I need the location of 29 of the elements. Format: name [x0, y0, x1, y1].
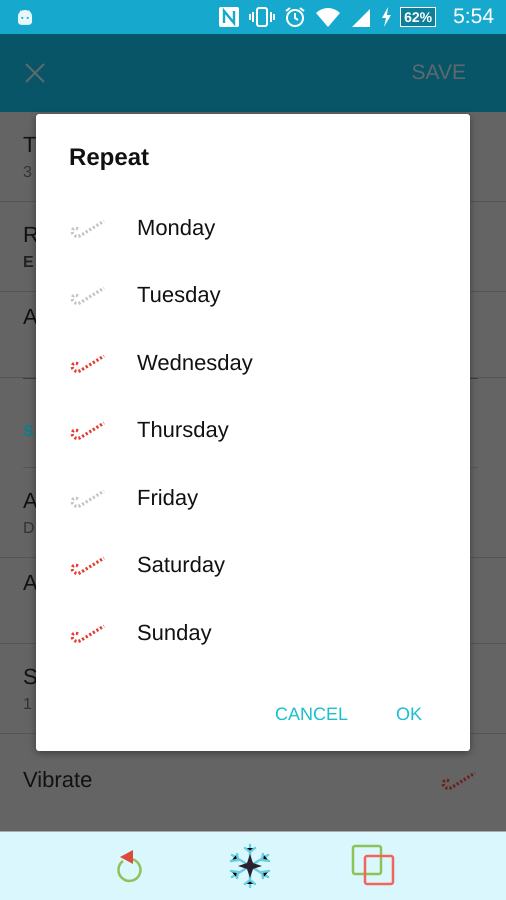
charging-icon [381, 7, 392, 27]
setting-title: Vibrate [23, 767, 92, 793]
setting-title: T [23, 132, 36, 158]
clock-time: 5:54 [453, 5, 494, 29]
setting-title: A [23, 570, 38, 596]
day-label[interactable]: Wednesday [137, 350, 253, 376]
alarm-icon [284, 6, 306, 28]
day-label[interactable]: Thursday [137, 417, 229, 444]
section-header: S [23, 423, 34, 441]
candy-cane-checkbox[interactable] [69, 554, 107, 576]
overlapping-squares-icon[interactable] [351, 844, 398, 888]
battery-indicator: 62% [400, 7, 436, 27]
setting-title: S [23, 664, 38, 690]
candy-cane-checkbox[interactable] [69, 419, 107, 442]
wifi-icon [315, 6, 342, 28]
day-label[interactable]: Tuesday [137, 282, 221, 308]
candy-cane-checkbox[interactable] [69, 284, 107, 306]
setting-title: A [23, 488, 38, 514]
dialog-title: Repeat [69, 144, 150, 172]
day-label[interactable]: Friday [137, 484, 198, 511]
day-label[interactable]: Monday [137, 214, 216, 241]
candy-cane-toggle[interactable] [440, 769, 478, 791]
day-label[interactable]: Saturday [137, 552, 226, 578]
day-label[interactable]: Sunday [137, 620, 212, 646]
vibrate-icon [249, 6, 276, 28]
setting-subtitle: E [23, 254, 34, 272]
android-icon [16, 8, 34, 26]
nfc-icon [218, 6, 240, 28]
setting-title: A [23, 304, 38, 330]
